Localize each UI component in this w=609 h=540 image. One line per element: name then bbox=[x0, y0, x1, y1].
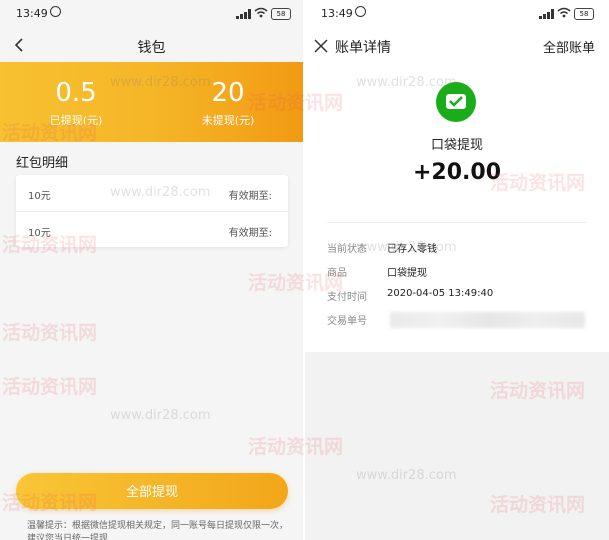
close-icon[interactable] bbox=[314, 39, 328, 53]
alarm-icon bbox=[355, 6, 366, 17]
bill-amount: +20.00 bbox=[412, 160, 502, 185]
alarm-icon bbox=[50, 6, 61, 17]
item-amount: 10元 bbox=[28, 191, 51, 202]
divider-line bbox=[327, 222, 587, 223]
bill-detail-card: 口袋提现 +20.00 当前状态 已存入零钱 商品 口袋提现 支付时间 2020… bbox=[305, 64, 609, 352]
item-amount: 10元 bbox=[28, 228, 51, 239]
item-valid: 有效期至: bbox=[228, 191, 272, 202]
item-valid: 有效期至: bbox=[228, 228, 272, 239]
status-bar: 13:49 58 bbox=[0, 0, 303, 28]
list-item[interactable]: 10元 有效期至: bbox=[16, 211, 288, 248]
signal-icon bbox=[539, 9, 554, 19]
withdrawn-stat: 0.5 已提现(元) bbox=[16, 78, 136, 128]
pending-value: 20 bbox=[211, 78, 245, 108]
wallet-screen: 13:49 58 钱包 0.5 已提现(元) 20 未提现(元) 红包明细 10… bbox=[0, 0, 303, 540]
pending-label: 未提现(元) bbox=[201, 114, 255, 127]
tips-text: 温馨提示：根据微信提现相关规定，同一账号每日提现仅限一次，建议您当日统一提现 bbox=[27, 521, 289, 540]
field-key: 当前状态 bbox=[327, 244, 367, 255]
status-bar: 13:49 58 bbox=[305, 0, 609, 28]
field-key: 交易单号 bbox=[327, 316, 367, 327]
status-time: 13:49 bbox=[321, 7, 353, 20]
battery-icon: 58 bbox=[271, 8, 291, 20]
field-key: 商品 bbox=[327, 268, 347, 279]
withdrawn-value: 0.5 bbox=[55, 78, 97, 108]
page-title: 账单详情 bbox=[335, 40, 391, 56]
battery-icon: 58 bbox=[574, 8, 594, 20]
section-title: 红包明细 bbox=[16, 156, 69, 171]
field-value: 已存入零钱 bbox=[387, 244, 437, 255]
nav-bar: 账单详情 全部账单 bbox=[305, 28, 609, 64]
page-title: 钱包 bbox=[137, 40, 166, 56]
list-item[interactable]: 10元 有效期至: bbox=[16, 175, 288, 211]
nav-bar: 钱包 bbox=[0, 28, 303, 64]
wifi-icon bbox=[254, 7, 268, 18]
bill-detail-screen: 13:49 58 账单详情 全部账单 口袋提现 +20.00 当前状态 已存入零… bbox=[305, 0, 609, 540]
signal-icon bbox=[236, 9, 251, 19]
field-key: 支付时间 bbox=[327, 292, 367, 303]
balance-banner: 0.5 已提现(元) 20 未提现(元) bbox=[0, 62, 303, 142]
withdraw-all-button[interactable]: 全部提现 bbox=[16, 473, 288, 509]
pending-stat: 20 未提现(元) bbox=[168, 78, 288, 128]
redacted-order-number bbox=[390, 312, 585, 328]
all-bills-link[interactable]: 全部账单 bbox=[543, 37, 595, 56]
status-time: 13:49 bbox=[16, 7, 48, 20]
merchant-name: 口袋提现 bbox=[430, 138, 483, 153]
field-value: 2020-04-05 13:49:40 bbox=[387, 288, 494, 299]
field-value: 口袋提现 bbox=[387, 268, 427, 279]
withdrawn-label: 已提现(元) bbox=[49, 114, 103, 127]
wifi-icon bbox=[557, 7, 571, 18]
wechat-pay-icon bbox=[436, 82, 476, 122]
redpacket-list: 10元 有效期至: 10元 有效期至: bbox=[16, 175, 288, 247]
